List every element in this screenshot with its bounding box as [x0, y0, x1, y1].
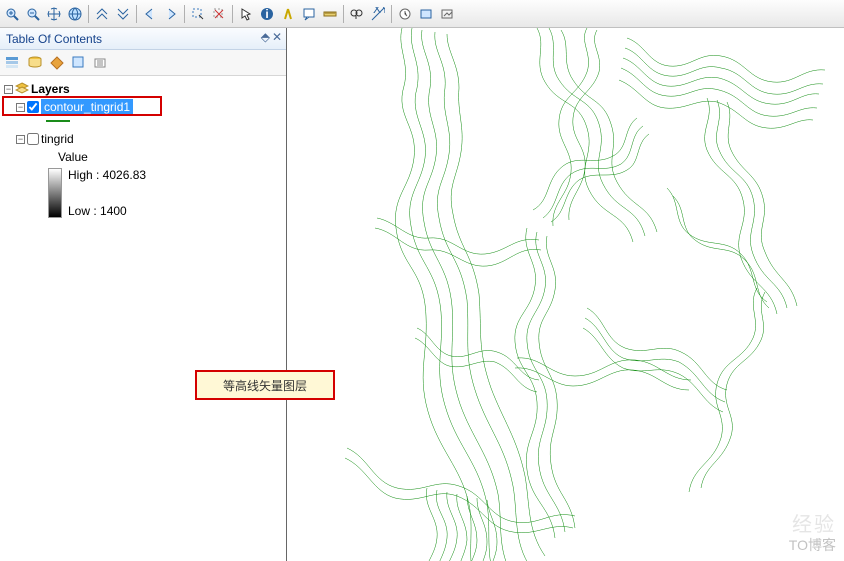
identify-icon[interactable]: i: [257, 4, 277, 24]
create-viewer-icon[interactable]: [416, 4, 436, 24]
close-icon[interactable]: ✕: [272, 30, 282, 44]
layer-checkbox[interactable]: [27, 133, 39, 145]
layer-label: tingrid: [41, 132, 74, 146]
map-view[interactable]: [287, 28, 844, 561]
list-by-drawing-order-icon[interactable]: [3, 53, 23, 73]
high-value: High : 4026.83: [68, 168, 146, 182]
pin-icon[interactable]: ⬘: [261, 30, 270, 44]
svg-text:i: i: [265, 7, 268, 21]
toc-title-bar: Table Of Contents ⬘ ✕: [0, 28, 286, 50]
root-label: Layers: [31, 82, 70, 96]
pointer-icon[interactable]: [236, 4, 256, 24]
low-value: Low : 1400: [68, 204, 146, 218]
layer-label-selected: contour_tingrid1: [41, 99, 133, 115]
back-extent-icon[interactable]: [140, 4, 160, 24]
annotation-callout: 等高线矢量图层: [195, 370, 335, 400]
list-by-source-icon[interactable]: [25, 53, 45, 73]
toc-panel: Table Of Contents ⬘ ✕ − Layers − contour…: [0, 28, 287, 561]
pan-icon[interactable]: [44, 4, 64, 24]
value-label: Value: [58, 150, 88, 164]
contour-lines: [287, 28, 844, 561]
tree-root[interactable]: − Layers: [2, 80, 284, 98]
time-slider-icon[interactable]: [395, 4, 415, 24]
collapse-icon[interactable]: −: [16, 103, 25, 112]
toc-toolbar: [0, 50, 286, 76]
main-toolbar: i XY: [0, 0, 844, 28]
layer-checkbox[interactable]: [27, 101, 39, 113]
find-icon[interactable]: [347, 4, 367, 24]
svg-text:XY: XY: [373, 7, 385, 16]
collapse-icon[interactable]: −: [16, 135, 25, 144]
goto-xy-icon[interactable]: XY: [368, 4, 388, 24]
contour-symbol[interactable]: [46, 120, 70, 122]
clear-selection-icon[interactable]: [209, 4, 229, 24]
forward-extent-icon[interactable]: [161, 4, 181, 24]
layer-contour[interactable]: − contour_tingrid1: [2, 98, 284, 116]
value-label-row: Value: [2, 148, 284, 166]
watermark-text: TO博客: [789, 535, 836, 555]
select-features-icon[interactable]: [188, 4, 208, 24]
measure-icon[interactable]: [320, 4, 340, 24]
layers-icon: [15, 82, 29, 96]
raster-gradient-symbol[interactable]: [48, 168, 62, 218]
annotation-text: 等高线矢量图层: [223, 377, 307, 394]
toolbar-options-icon[interactable]: [437, 4, 457, 24]
fixed-zoom-out-icon[interactable]: [113, 4, 133, 24]
list-by-selection-icon[interactable]: [69, 53, 89, 73]
options-icon[interactable]: [91, 53, 111, 73]
hyperlink-icon[interactable]: [278, 4, 298, 24]
fixed-zoom-in-icon[interactable]: [92, 4, 112, 24]
full-extent-icon[interactable]: [65, 4, 85, 24]
html-popup-icon[interactable]: [299, 4, 319, 24]
zoom-in-icon[interactable]: [2, 4, 22, 24]
collapse-icon[interactable]: −: [4, 85, 13, 94]
zoom-out-icon[interactable]: [23, 4, 43, 24]
layer-tree: − Layers − contour_tingrid1 − tingrid Va…: [0, 76, 286, 222]
toc-title: Table Of Contents: [6, 32, 102, 46]
list-by-visibility-icon[interactable]: [47, 53, 67, 73]
layer-tingrid[interactable]: − tingrid: [2, 130, 284, 148]
watermark-logo: 经验: [792, 508, 836, 537]
